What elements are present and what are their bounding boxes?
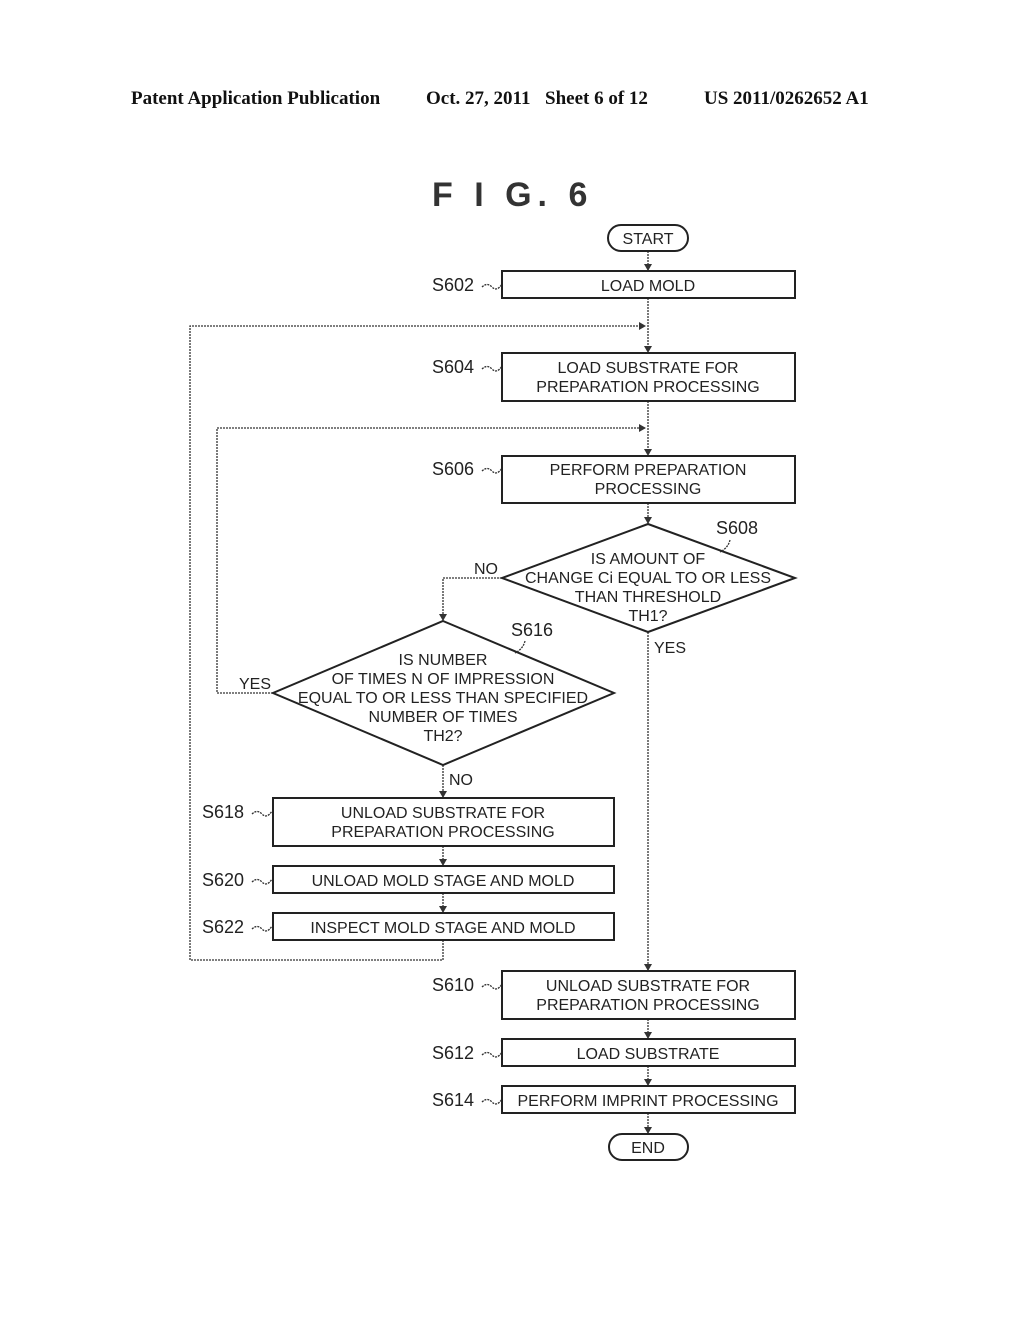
step-text-s606-line2: PROCESSING — [595, 481, 702, 498]
decision-text-s616-line4: NUMBER OF TIMES — [368, 709, 517, 726]
step-text-s610-line1: UNLOAD SUBSTRATE FOR — [546, 978, 750, 995]
leader-s606 — [481, 467, 503, 474]
step-id-s608: S608 — [716, 518, 758, 538]
leader-s604 — [481, 365, 503, 372]
leader-s612 — [481, 1051, 503, 1058]
decision-text-s608-line1: IS AMOUNT OF — [591, 551, 706, 568]
leader-s622 — [251, 925, 273, 932]
step-text-s612: LOAD SUBSTRATE — [577, 1046, 720, 1063]
step-id-s618: S618 — [202, 802, 244, 822]
decision-text-s616-line3: EQUAL TO OR LESS THAN SPECIFIED — [298, 690, 588, 707]
step-text-s622: INSPECT MOLD STAGE AND MOLD — [310, 920, 575, 937]
leader-s620 — [251, 878, 273, 885]
step-s622: S622 INSPECT MOLD STAGE AND MOLD — [202, 912, 615, 941]
decision-text-s608-line4: TH1? — [628, 608, 667, 625]
step-s604: S604 LOAD SUBSTRATE FOR PREPARATION PROC… — [432, 352, 796, 402]
branch-label-s616-yes: YES — [239, 676, 271, 693]
end-terminal: END — [608, 1133, 689, 1161]
leader-s602 — [481, 283, 503, 290]
step-id-s622: S622 — [202, 917, 244, 937]
step-id-s606: S606 — [432, 459, 474, 479]
step-text-s610-line2: PREPARATION PROCESSING — [536, 997, 759, 1014]
decision-text-s616-line1: IS NUMBER — [399, 652, 488, 669]
decision-text-s608-line3: THAN THRESHOLD — [575, 589, 721, 606]
step-text-s618-line1: UNLOAD SUBSTRATE FOR — [341, 805, 545, 822]
step-s612: S612 LOAD SUBSTRATE — [432, 1038, 796, 1067]
step-id-s616: S616 — [511, 620, 553, 640]
decision-text-s616-line5: TH2? — [423, 728, 462, 745]
step-s610: S610 UNLOAD SUBSTRATE FOR PREPARATION PR… — [432, 970, 796, 1020]
step-text-s614: PERFORM IMPRINT PROCESSING — [517, 1093, 778, 1110]
decision-s616: S616 IS NUMBER OF TIMES N OF IMPRESSION … — [239, 619, 617, 789]
step-text-s618-line2: PREPARATION PROCESSING — [331, 824, 554, 841]
start-terminal: START — [607, 224, 689, 252]
leader-s610 — [481, 983, 503, 990]
branch-label-s616-no: NO — [449, 772, 473, 789]
step-id-s602: S602 — [432, 275, 474, 295]
leader-s614 — [481, 1098, 503, 1105]
step-text-s604-line2: PREPARATION PROCESSING — [536, 379, 759, 396]
edge-s608-no — [439, 577, 502, 621]
step-id-s612: S612 — [432, 1043, 474, 1063]
step-text-s602: LOAD MOLD — [601, 278, 695, 295]
step-text-s604-line1: LOAD SUBSTRATE FOR — [557, 360, 738, 377]
step-id-s610: S610 — [432, 975, 474, 995]
decision-text-s608-line2: CHANGE Ci EQUAL TO OR LESS — [525, 570, 771, 587]
start-label: START — [623, 231, 674, 248]
step-id-s604: S604 — [432, 357, 474, 377]
step-s614: S614 PERFORM IMPRINT PROCESSING — [432, 1085, 796, 1114]
step-id-s620: S620 — [202, 870, 244, 890]
step-s620: S620 UNLOAD MOLD STAGE AND MOLD — [202, 865, 615, 894]
step-text-s606-line1: PERFORM PREPARATION — [550, 462, 747, 479]
end-label: END — [631, 1140, 665, 1157]
flowchart: START S602 LOAD MOLD S604 LOAD SUBSTRATE… — [189, 224, 798, 1161]
leader-s618 — [251, 810, 273, 817]
step-s618: S618 UNLOAD SUBSTRATE FOR PREPARATION PR… — [202, 797, 615, 847]
step-s606: S606 PERFORM PREPARATION PROCESSING — [432, 455, 796, 504]
step-id-s614: S614 — [432, 1090, 474, 1110]
branch-label-s608-no: NO — [474, 561, 498, 578]
decision-text-s616-line2: OF TIMES N OF IMPRESSION — [332, 671, 555, 688]
step-text-s620: UNLOAD MOLD STAGE AND MOLD — [312, 873, 575, 890]
branch-label-s608-yes: YES — [654, 640, 686, 657]
step-s602: S602 LOAD MOLD — [432, 270, 796, 299]
